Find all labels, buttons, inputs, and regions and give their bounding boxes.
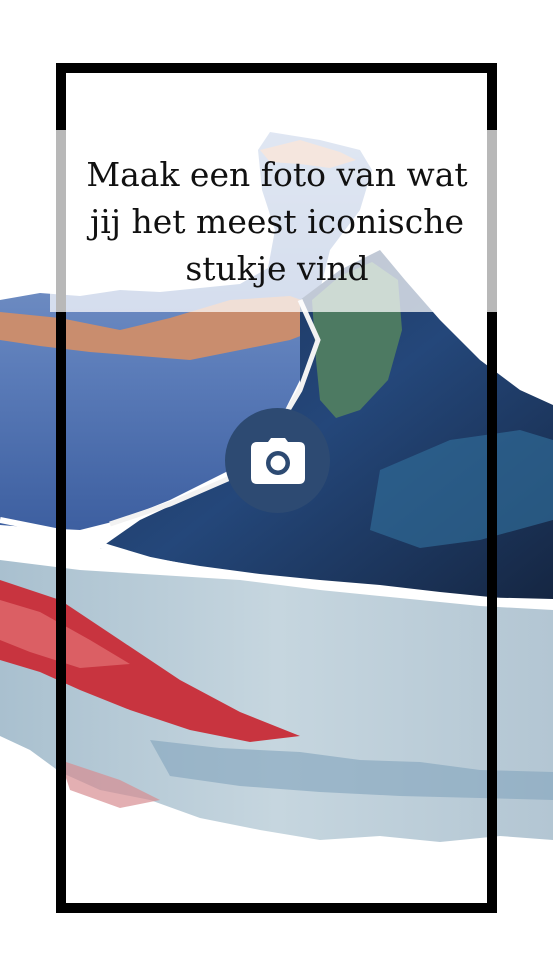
camera-icon <box>250 437 305 484</box>
camera-button[interactable] <box>225 408 330 513</box>
prompt-banner: Maak een foto van wat jij het meest icon… <box>50 130 504 312</box>
prompt-text: Maak een foto van wat jij het meest icon… <box>86 154 468 288</box>
